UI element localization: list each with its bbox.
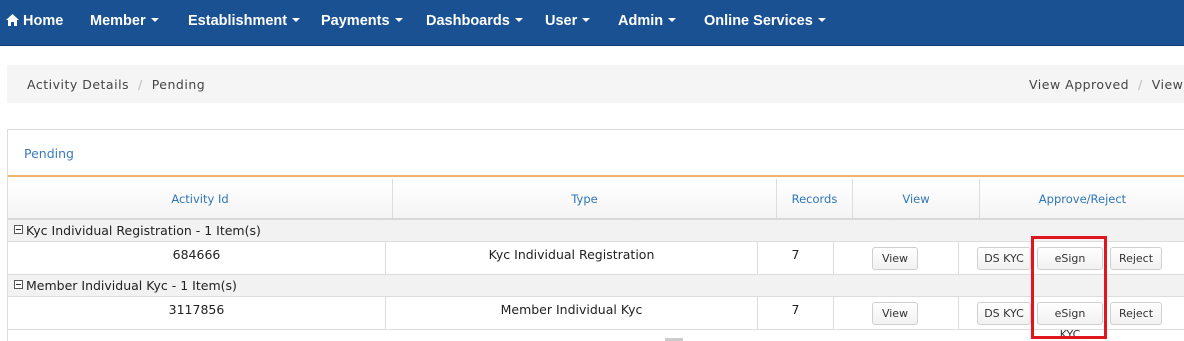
breadcrumb-right: View Approved / View [1029,77,1183,92]
caret-down-icon [668,18,677,23]
breadcrumb-current: Pending [151,77,206,92]
caret-down-icon [150,18,159,23]
reject-button[interactable]: Reject [1110,247,1162,270]
nav-online-services-label: Online Services [704,13,813,29]
esign-kyc-button[interactable]: eSign KYC [1037,247,1103,286]
group-label: Kyc Individual Registration - 1 Item(s) [14,223,261,238]
caret-down-icon [817,18,826,23]
col-header-view[interactable]: View [853,179,980,219]
view-approved-link[interactable]: View Approved [1029,77,1129,92]
view-link[interactable]: View [1152,77,1184,92]
nav-payments-label: Payments [321,13,390,29]
caret-down-icon [514,18,523,23]
nav-dashboards-label: Dashboards [426,13,510,29]
nav-online-services[interactable]: Online Services [704,0,826,44]
caret-down-icon [292,18,301,23]
nav-member-label: Member [90,13,146,29]
top-navbar: Home Member Establishment Payments Dashb… [0,0,1184,46]
group-row[interactable]: Kyc Individual Registration - 1 Item(s) [8,220,1184,242]
type-cell: Kyc Individual Registration [386,242,758,275]
col-header-type[interactable]: Type [393,179,777,219]
breadcrumb-item-label: Activity Details [27,77,130,92]
nav-payments[interactable]: Payments [321,0,403,44]
breadcrumb-activity-details[interactable]: Activity Details / Pending [27,77,205,92]
table-row: 3117856 Member Individual Kyc 7 View DS … [8,297,1184,341]
breadcrumb: Activity Details / Pending View Approved… [7,65,1184,103]
activity-id-cell: 684666 [8,242,386,275]
nav-user-label: User [545,13,578,29]
col-header-records[interactable]: Records [777,179,853,219]
esign-kyc-button[interactable]: eSign KYC [1037,302,1103,341]
caret-down-icon [582,18,591,23]
breadcrumb-separator: / [1133,77,1148,92]
table-row: 684666 Kyc Individual Registration 7 Vie… [8,242,1184,286]
nav-home[interactable]: Home [6,0,63,44]
home-icon [6,14,19,26]
records-cell: 7 [758,242,834,275]
nav-establishment-label: Establishment [188,13,288,29]
records-cell: 7 [758,297,834,330]
ds-kyc-button[interactable]: DS KYC [977,302,1031,325]
pending-panel: Pending Activity Id Type Records View Ap… [7,129,1184,341]
group-row[interactable]: Member Individual Kyc - 1 Item(s) [8,275,1184,297]
breadcrumb-separator: / [133,77,148,92]
activity-id-cell: 3117856 [8,297,386,330]
nav-member[interactable]: Member [90,0,159,44]
group-label-text: Member Individual Kyc - 1 Item(s) [26,278,237,293]
reject-button[interactable]: Reject [1110,302,1162,325]
view-button[interactable]: View [872,302,918,325]
collapse-icon[interactable] [14,280,23,289]
nav-admin[interactable]: Admin [618,0,677,44]
nav-home-label: Home [23,13,64,29]
group-label-text: Kyc Individual Registration - 1 Item(s) [26,223,261,238]
type-cell: Member Individual Kyc [386,297,758,330]
panel-accent-rule [8,175,1184,177]
ds-kyc-button[interactable]: DS KYC [977,247,1031,270]
col-header-approve-reject[interactable]: Approve/Reject [980,179,1184,219]
nav-admin-label: Admin [618,13,664,29]
group-label: Member Individual Kyc - 1 Item(s) [14,278,237,293]
col-header-activity-id[interactable]: Activity Id [8,179,393,219]
collapse-icon[interactable] [14,225,23,234]
nav-establishment[interactable]: Establishment [188,0,301,44]
view-button[interactable]: View [872,247,918,270]
nav-dashboards[interactable]: Dashboards [426,0,523,44]
nav-user[interactable]: User [545,0,591,44]
caret-down-icon [394,18,403,23]
panel-title: Pending [24,146,74,161]
